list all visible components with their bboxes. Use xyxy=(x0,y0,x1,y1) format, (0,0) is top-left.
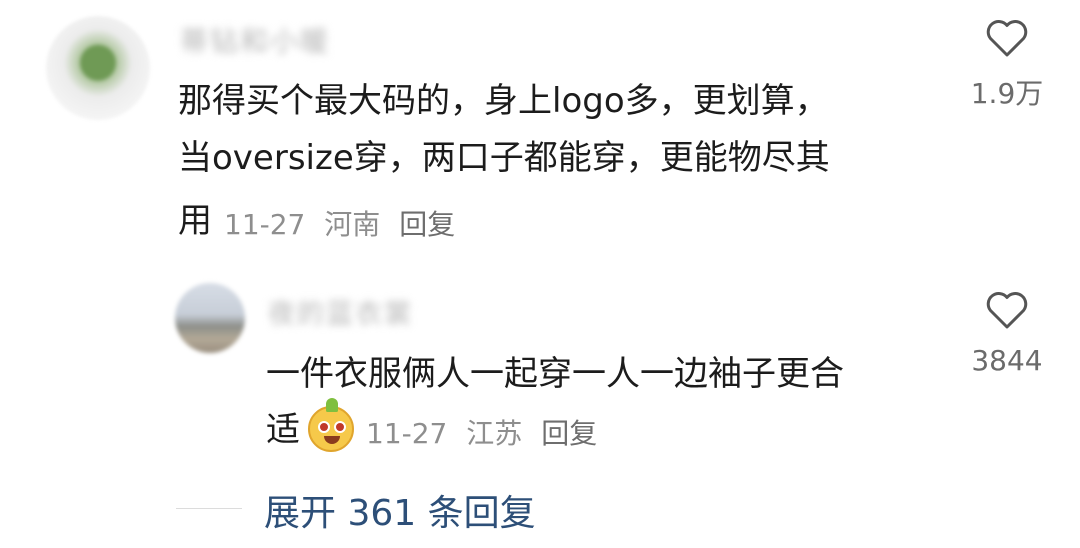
like-button[interactable]: 1.9万 xyxy=(952,18,1062,112)
expand-replies-button[interactable]: 展开 361 条回复 xyxy=(264,484,536,536)
comment-text-line: 当oversize穿，两口子都能穿，更能物尽其 xyxy=(178,138,830,178)
heart-icon[interactable] xyxy=(952,290,1062,330)
reply-button[interactable]: 回复 xyxy=(541,417,597,450)
like-count: 3844 xyxy=(971,344,1043,377)
like-count: 1.9万 xyxy=(970,77,1044,110)
comment-text-line: 那得买个最大码的，身上logo多，更划算， xyxy=(178,81,829,121)
comment-location: 河南 xyxy=(324,208,381,241)
reply-text-line: 一件衣服俩人一起穿一人一边袖子更合 xyxy=(266,354,844,394)
avatar[interactable] xyxy=(175,283,245,353)
avatar[interactable] xyxy=(46,16,150,120)
divider xyxy=(176,508,242,509)
reply-date: 11-27 xyxy=(366,417,448,450)
smiling-fruit-emoji-icon xyxy=(308,398,354,452)
like-button[interactable]: 3844 xyxy=(952,290,1062,377)
reply-username[interactable]: 夜的蓝衣裳 xyxy=(268,292,413,331)
reply-text-line: 适 xyxy=(266,410,300,450)
reply-location: 江苏 xyxy=(466,417,523,450)
comment-meta: 11-27 河南 回复 xyxy=(224,203,465,243)
comment-date: 11-27 xyxy=(224,208,306,241)
reply-button[interactable]: 回复 xyxy=(399,208,455,241)
reply-meta: 11-27 江苏 回复 xyxy=(366,412,607,452)
comment-text-line: 用 xyxy=(178,201,212,241)
comment-username[interactable]: 蒂钻和小暖 xyxy=(180,20,330,60)
heart-icon[interactable] xyxy=(952,18,1062,58)
